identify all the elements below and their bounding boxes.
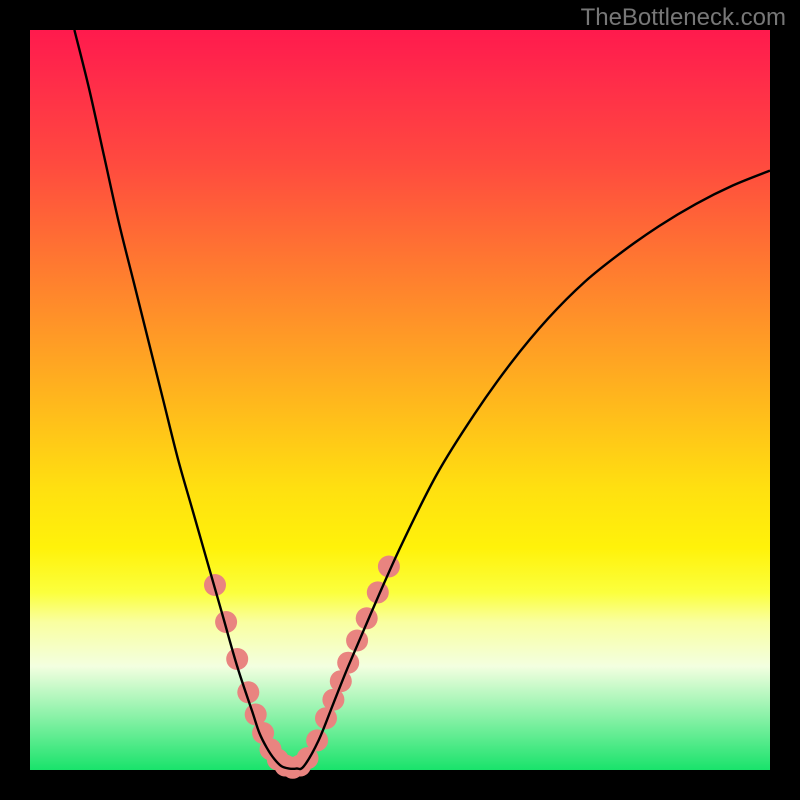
bottleneck-curve: [74, 30, 770, 769]
watermark-text: TheBottleneck.com: [581, 4, 786, 32]
plot-area: [30, 30, 770, 770]
chart-frame: TheBottleneck.com: [0, 0, 800, 800]
curve-svg: [30, 30, 770, 770]
marker-dot: [306, 729, 328, 751]
markers-layer: [204, 556, 400, 779]
marker-dot: [337, 652, 359, 674]
